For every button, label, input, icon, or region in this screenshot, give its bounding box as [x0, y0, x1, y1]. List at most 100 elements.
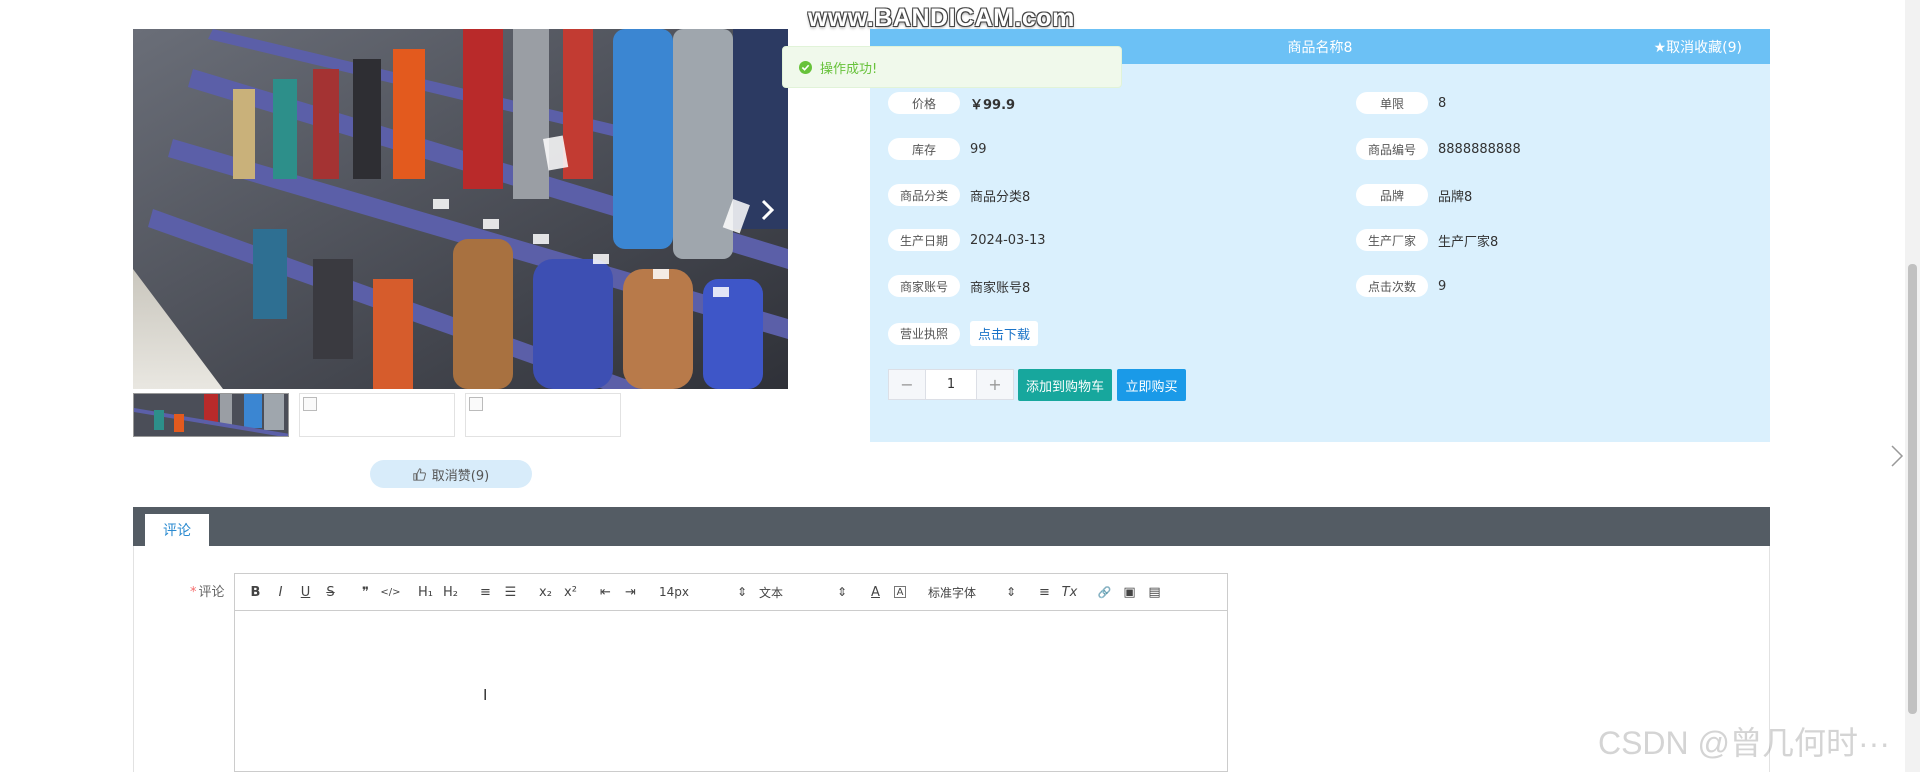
select-arrows-icon: ⇕ — [836, 585, 847, 599]
license-download-link[interactable]: 点击下载 — [970, 321, 1039, 346]
field-business-license: 营业执照 点击下载 — [888, 321, 1039, 346]
business-license-label: 营业执照 — [888, 322, 960, 345]
field-stock: 库存 99 — [888, 138, 987, 160]
bullet-list-button[interactable]: ☰ — [498, 582, 523, 602]
thumbnail-photo — [134, 394, 288, 436]
unlike-label: 取消赞(9) — [431, 468, 490, 484]
font-color-button[interactable]: A — [863, 582, 888, 602]
header-1-button[interactable]: H₁ — [413, 582, 438, 602]
merchant-account-value: 商家账号8 — [970, 280, 1031, 296]
blockquote-button[interactable]: ❞ — [353, 582, 378, 602]
add-to-cart-button[interactable]: 添加到购物车 — [1018, 369, 1112, 401]
comment-label: * 评论 — [190, 581, 225, 600]
category-label: 商品分类 — [888, 184, 960, 206]
field-price: 价格 ￥99.9 — [888, 92, 1015, 114]
underline-button[interactable]: U — [293, 582, 318, 602]
outdent-button[interactable]: ⇤ — [593, 582, 618, 602]
required-mark: * — [190, 585, 197, 600]
indent-button[interactable]: ⇥ — [618, 582, 643, 602]
strike-button[interactable]: S — [318, 582, 343, 602]
field-brand: 品牌 品牌8 — [1356, 184, 1472, 206]
rich-text-editor: B I U S ❞ </> H₁ H₂ ≡ ☰ x₂ x² ⇤ ⇥ 14px ⇕ — [234, 573, 1228, 772]
font-size-select[interactable]: 14px ⇕ — [653, 585, 753, 599]
quantity-stepper: − 1 + — [888, 369, 1014, 400]
click-count-value: 9 — [1438, 278, 1447, 294]
toast-message: 操作成功! — [820, 61, 878, 77]
detail-tabs: 评论 — [133, 507, 1770, 546]
video-button[interactable]: ▤ — [1142, 582, 1167, 602]
chevron-right-icon — [1891, 445, 1904, 467]
production-date-value: 2024-03-13 — [970, 232, 1046, 248]
product-main-image[interactable] — [133, 29, 788, 389]
code-label: 商品编号 — [1356, 138, 1428, 160]
stock-label: 库存 — [888, 138, 960, 160]
product-photo — [133, 29, 788, 389]
font-size-value: 14px — [659, 585, 689, 599]
comment-label-text: 评论 — [198, 585, 225, 600]
tab-comments[interactable]: 评论 — [145, 514, 209, 546]
align-button[interactable]: ≡ — [1032, 582, 1057, 602]
unlike-button[interactable]: 取消赞(9) — [370, 460, 532, 488]
limit-value: 8 — [1438, 95, 1447, 111]
select-arrows-icon: ⇕ — [736, 585, 747, 599]
csdn-watermark: CSDN @曾几何时··· — [1597, 725, 1890, 761]
thumbnail-2[interactable] — [299, 393, 455, 437]
vertical-scrollbar[interactable] — [1905, 0, 1920, 772]
limit-label: 单限 — [1356, 92, 1428, 114]
manufacturer-label: 生产厂家 — [1356, 229, 1428, 251]
field-click-count: 点击次数 9 — [1356, 275, 1446, 297]
bold-button[interactable]: B — [243, 582, 268, 602]
quantity-input[interactable]: 1 — [925, 370, 977, 399]
background-color-button[interactable]: A — [894, 586, 906, 598]
product-info-panel: 商品名称8 ★取消收藏(9) 价格 ￥99.9 单限 8 库存 99 商品编号 … — [870, 29, 1770, 442]
italic-button[interactable]: I — [268, 582, 293, 602]
text-cursor-icon: I — [483, 686, 488, 704]
thumbs-up-icon — [413, 467, 426, 481]
broken-image-icon — [303, 397, 317, 411]
text-style-select[interactable]: 文本 ⇕ — [753, 584, 853, 601]
production-date-label: 生产日期 — [888, 229, 960, 251]
unfavorite-link[interactable]: ★取消收藏(9) — [1654, 37, 1742, 57]
field-category: 商品分类 商品分类8 — [888, 184, 1030, 206]
click-count-label: 点击次数 — [1356, 275, 1428, 297]
brand-value: 品牌8 — [1438, 189, 1473, 205]
code-value: 8888888888 — [1438, 141, 1521, 157]
category-value: 商品分类8 — [970, 189, 1031, 205]
merchant-account-label: 商家账号 — [888, 275, 960, 297]
price-value: ￥99.9 — [970, 97, 1016, 113]
quantity-increase-button[interactable]: + — [977, 370, 1013, 399]
scrollbar-thumb[interactable] — [1908, 264, 1917, 714]
chevron-right-icon — [761, 199, 775, 221]
comment-section: * 评论 B I U S ❞ </> H₁ H₂ ≡ ☰ x₂ x² ⇤ ⇥ 14… — [133, 546, 1770, 772]
header-2-button[interactable]: H₂ — [438, 582, 463, 602]
font-family-value: 标准字体 — [928, 585, 977, 600]
broken-image-icon — [469, 397, 483, 411]
buy-now-button[interactable]: 立即购买 — [1117, 369, 1186, 401]
side-next-arrow[interactable] — [1890, 444, 1904, 472]
code-block-button[interactable]: </> — [378, 582, 403, 602]
superscript-button[interactable]: x² — [558, 582, 583, 602]
brand-label: 品牌 — [1356, 184, 1428, 206]
check-circle-icon — [799, 60, 812, 74]
thumbnail-1[interactable] — [133, 393, 289, 437]
subscript-button[interactable]: x₂ — [533, 582, 558, 602]
link-button[interactable]: 🔗 — [1092, 582, 1117, 602]
manufacturer-value: 生产厂家8 — [1438, 234, 1499, 250]
quantity-decrease-button[interactable]: − — [889, 370, 925, 399]
text-style-value: 文本 — [759, 585, 784, 600]
ordered-list-button[interactable]: ≡ — [473, 582, 498, 602]
field-code: 商品编号 8888888888 — [1356, 138, 1521, 160]
thumbnail-strip — [133, 393, 621, 437]
font-family-select[interactable]: 标准字体 ⇕ — [922, 584, 1022, 601]
stock-value: 99 — [970, 141, 987, 157]
thumbnail-3[interactable] — [465, 393, 621, 437]
clean-format-button[interactable]: Tx — [1057, 582, 1082, 602]
field-production-date: 生产日期 2024-03-13 — [888, 229, 1046, 251]
image-button[interactable]: ▣ — [1117, 582, 1142, 602]
price-label: 价格 — [888, 92, 960, 114]
editor-content[interactable] — [235, 611, 1227, 771]
field-manufacturer: 生产厂家 生产厂家8 — [1356, 229, 1498, 251]
field-merchant-account: 商家账号 商家账号8 — [888, 275, 1030, 297]
field-limit: 单限 8 — [1356, 92, 1446, 114]
gallery-next-button[interactable] — [752, 190, 784, 230]
